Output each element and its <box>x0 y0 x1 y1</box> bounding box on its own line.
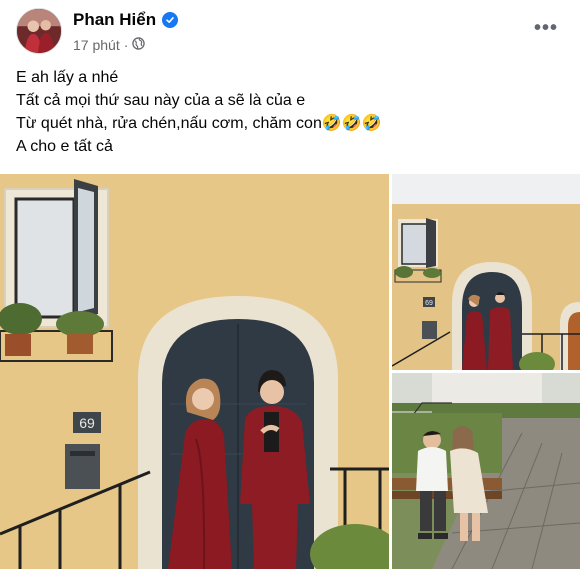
meta-separator: · <box>123 37 129 53</box>
photo-couple-door[interactable]: 69 <box>0 174 389 569</box>
house-number: 69 <box>79 415 95 431</box>
photo-grid: 69 69 <box>0 174 580 569</box>
house-number-small: 69 <box>425 300 433 307</box>
photo-couple-arch[interactable]: 69 <box>392 174 580 370</box>
author-name-text[interactable]: Phan Hiển <box>73 10 156 30</box>
post-caption: E ah lấy a nhé Tất cả mọi thứ sau này củ… <box>16 66 556 158</box>
post-meta: 17 phút · <box>73 37 146 53</box>
facebook-post: Phan Hiển 17 phút · ••• E ah lấy a nhé T… <box>0 0 580 569</box>
caption-line: Từ quét nhà, rửa chén,nấu cơm, chăm con🤣… <box>16 115 382 132</box>
globe-icon[interactable] <box>132 37 146 53</box>
author-avatar[interactable] <box>16 8 62 54</box>
photo-couple-bench[interactable] <box>392 373 580 569</box>
post-timestamp[interactable]: 17 phút <box>73 37 120 53</box>
author-name[interactable]: Phan Hiển <box>73 10 179 30</box>
verified-badge-icon <box>162 12 179 28</box>
caption-line: E ah lấy a nhé <box>16 69 119 86</box>
caption-line: Tất cả mọi thứ sau này của a sẽ là của e <box>16 92 306 109</box>
more-options-icon[interactable]: ••• <box>534 17 558 40</box>
caption-line: A cho e tất cả <box>16 138 113 155</box>
